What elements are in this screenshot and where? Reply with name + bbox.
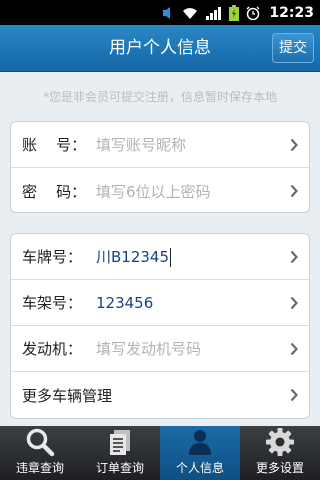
chevron-right-icon bbox=[290, 183, 298, 202]
tab-label: 违章查询 bbox=[15, 461, 64, 475]
wifi-icon bbox=[181, 6, 199, 20]
password-label: 密 码： bbox=[22, 182, 87, 201]
text-cursor bbox=[170, 248, 172, 267]
tab-label: 更多设置 bbox=[255, 461, 304, 475]
chevron-right-icon bbox=[290, 341, 298, 360]
alarm-icon bbox=[246, 6, 260, 20]
plate-row[interactable]: 车牌号： 川B12345 bbox=[11, 234, 309, 280]
search-icon bbox=[25, 427, 55, 457]
password-row[interactable]: 密 码： 填写6位以上密码 bbox=[11, 168, 309, 212]
vehicle-group: 车牌号： 川B12345 车架号： 123456 发动机： 填写发动机号码 更多… bbox=[10, 233, 310, 419]
plate-field[interactable]: 川B12345 bbox=[96, 246, 172, 267]
account-row[interactable]: 账 号： 填写账号昵称 bbox=[11, 122, 309, 168]
more-vehicles-label: 更多车辆管理 bbox=[22, 386, 113, 405]
plate-value: 川B12345 bbox=[96, 248, 170, 266]
chevron-right-icon bbox=[290, 137, 298, 156]
status-bar: 12:23 bbox=[0, 0, 320, 25]
frame-label: 车架号： bbox=[22, 294, 83, 312]
account-label: 账 号： bbox=[22, 136, 87, 154]
engine-row[interactable]: 发动机： 填写发动机号码 bbox=[11, 326, 309, 372]
plate-label: 车牌号： bbox=[22, 248, 83, 266]
order-list-icon bbox=[105, 427, 135, 457]
chevron-right-icon bbox=[290, 249, 298, 268]
engine-field[interactable]: 填写发动机号码 bbox=[96, 338, 201, 359]
account-field[interactable]: 填写账号昵称 bbox=[96, 134, 186, 155]
submit-button[interactable]: 提交 bbox=[272, 33, 314, 63]
battery-icon bbox=[229, 4, 240, 21]
notification-icon bbox=[162, 6, 174, 20]
status-time: 12:23 bbox=[269, 4, 314, 21]
chevron-right-icon bbox=[290, 387, 298, 406]
engine-label: 发动机： bbox=[22, 340, 83, 358]
bottom-tab-bar: 违章查询 订单查询 个人信息 更多设置 bbox=[0, 426, 320, 480]
tab-label: 个人信息 bbox=[175, 461, 224, 475]
frame-row[interactable]: 车架号： 123456 bbox=[11, 280, 309, 326]
tab-label: 订单查询 bbox=[95, 461, 144, 475]
gear-icon bbox=[265, 427, 295, 457]
member-notice: *您是非会员可提交注册，信息暂时保存本地 bbox=[42, 90, 277, 104]
frame-field[interactable]: 123456 bbox=[96, 294, 153, 312]
account-group: 账 号： 填写账号昵称 密 码： 填写6位以上密码 bbox=[10, 121, 310, 213]
chevron-right-icon bbox=[290, 295, 298, 314]
tab-violation-query[interactable]: 违章查询 bbox=[0, 426, 80, 480]
more-vehicles-row[interactable]: 更多车辆管理 bbox=[11, 372, 309, 418]
signal-icon bbox=[206, 6, 222, 20]
password-field[interactable]: 填写6位以上密码 bbox=[96, 181, 211, 202]
header-bar: 用户个人信息 提交 bbox=[0, 25, 320, 72]
tab-order-query[interactable]: 订单查询 bbox=[80, 426, 160, 480]
tab-personal-info[interactable]: 个人信息 bbox=[160, 426, 240, 480]
person-icon bbox=[185, 427, 215, 457]
tab-more-settings[interactable]: 更多设置 bbox=[240, 426, 320, 480]
